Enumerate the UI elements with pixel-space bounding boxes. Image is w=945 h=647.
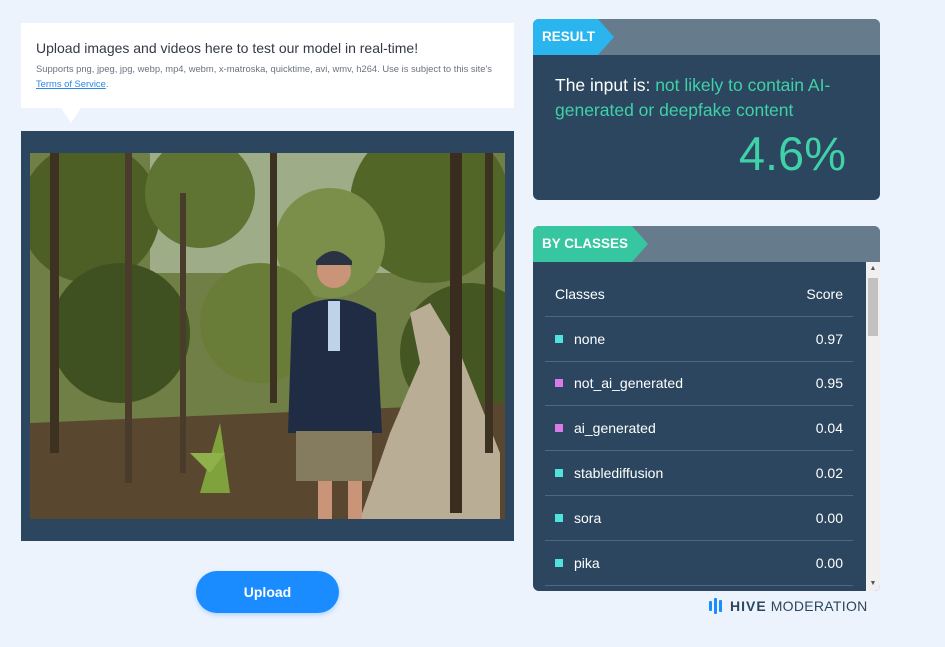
class-name: stablediffusion — [574, 465, 664, 482]
class-color-swatch-icon — [555, 379, 563, 388]
class-rows: none 0.97 not_ai_generated 0.95 ai_generated… — [545, 317, 853, 586]
class-label-group: stablediffusion — [555, 465, 663, 481]
scroll-up-arrow-icon[interactable]: ▲ — [866, 262, 880, 276]
scroll-down-arrow-icon[interactable]: ▼ — [866, 577, 880, 591]
result-prefix: The input is: — [555, 75, 656, 95]
class-label-group: ai_generated — [555, 420, 656, 436]
by-classes-tag: BY CLASSES — [533, 226, 648, 262]
class-label-group: pika — [555, 555, 600, 571]
class-color-swatch-icon — [555, 469, 563, 478]
result-text: The input is: not likely to contain AI-g… — [555, 73, 858, 123]
class-score: 0.97 — [815, 330, 843, 347]
upload-info-box: Upload images and videos here to test ou… — [21, 23, 514, 123]
hive-logo-icon — [709, 598, 724, 614]
result-header: RESULT — [533, 19, 880, 55]
class-name: sora — [574, 509, 602, 526]
hive-moderation-logo: HIVE MODERATION — [709, 598, 868, 614]
uploaded-photo — [30, 153, 505, 519]
class-color-swatch-icon — [555, 424, 563, 433]
class-score: 0.00 — [815, 509, 843, 526]
class-row: none 0.97 — [545, 317, 853, 362]
result-tag: RESULT — [533, 19, 614, 55]
scroll-thumb[interactable] — [868, 278, 878, 336]
logo-sub-text: MODERATION — [770, 598, 868, 614]
class-name: ai_generated — [574, 420, 656, 437]
class-label-group: none — [555, 331, 605, 347]
classes-scrollbar[interactable]: ▲ ▼ — [866, 262, 880, 591]
class-name: none — [574, 330, 606, 347]
class-score: 0.00 — [815, 554, 843, 571]
class-row: not_ai_generated 0.95 — [545, 362, 853, 407]
class-score: 0.95 — [815, 375, 843, 392]
class-row: ai_generated 0.04 — [545, 406, 853, 452]
photo-illustration — [30, 153, 505, 519]
upload-info-subtitle: Supports png, jpeg, jpg, webp, mp4, webm… — [36, 61, 499, 91]
score-column-header: Score — [806, 285, 843, 302]
class-color-swatch-icon — [555, 334, 563, 343]
class-name: not_ai_generated — [574, 375, 683, 392]
class-color-swatch-icon — [555, 513, 563, 522]
upload-button[interactable]: Upload — [196, 571, 339, 613]
classes-table-header: Classes Score — [545, 272, 853, 317]
by-classes-header: BY CLASSES — [533, 226, 880, 262]
result-body: The input is: not likely to contain AI-g… — [533, 55, 880, 181]
result-panel: RESULT The input is: not likely to conta… — [533, 19, 880, 200]
class-label-group: not_ai_generated — [555, 375, 683, 391]
classes-scroll-area[interactable]: Classes Score none 0.97 not_ai_generated 0.… — [533, 262, 880, 591]
class-score: 0.02 — [815, 465, 843, 482]
class-label-group: sora — [555, 510, 601, 526]
terms-suffix: . — [105, 78, 109, 89]
result-score: 4.6% — [738, 127, 846, 180]
terms-of-service-link[interactable]: Terms of Service — [36, 78, 106, 89]
class-name: pika — [574, 554, 600, 571]
class-row: stablediffusion 0.02 — [545, 451, 853, 496]
by-classes-panel: BY CLASSES Classes Score none 0.97 not_ai_… — [533, 226, 880, 591]
classes-table: Classes Score none 0.97 not_ai_generated 0.… — [545, 272, 853, 586]
upload-info-title: Upload images and videos here to test ou… — [36, 40, 419, 56]
class-row: sora 0.00 — [545, 496, 853, 541]
class-score: 0.04 — [815, 420, 843, 437]
logo-brand-text: HIVE — [730, 598, 767, 614]
supported-formats-text: Supports png, jpeg, jpg, webp, mp4, webm… — [36, 63, 492, 74]
image-preview-frame — [21, 131, 514, 541]
classes-column-header: Classes — [555, 285, 605, 302]
class-row: pika 0.00 — [545, 541, 853, 586]
class-color-swatch-icon — [555, 558, 563, 567]
